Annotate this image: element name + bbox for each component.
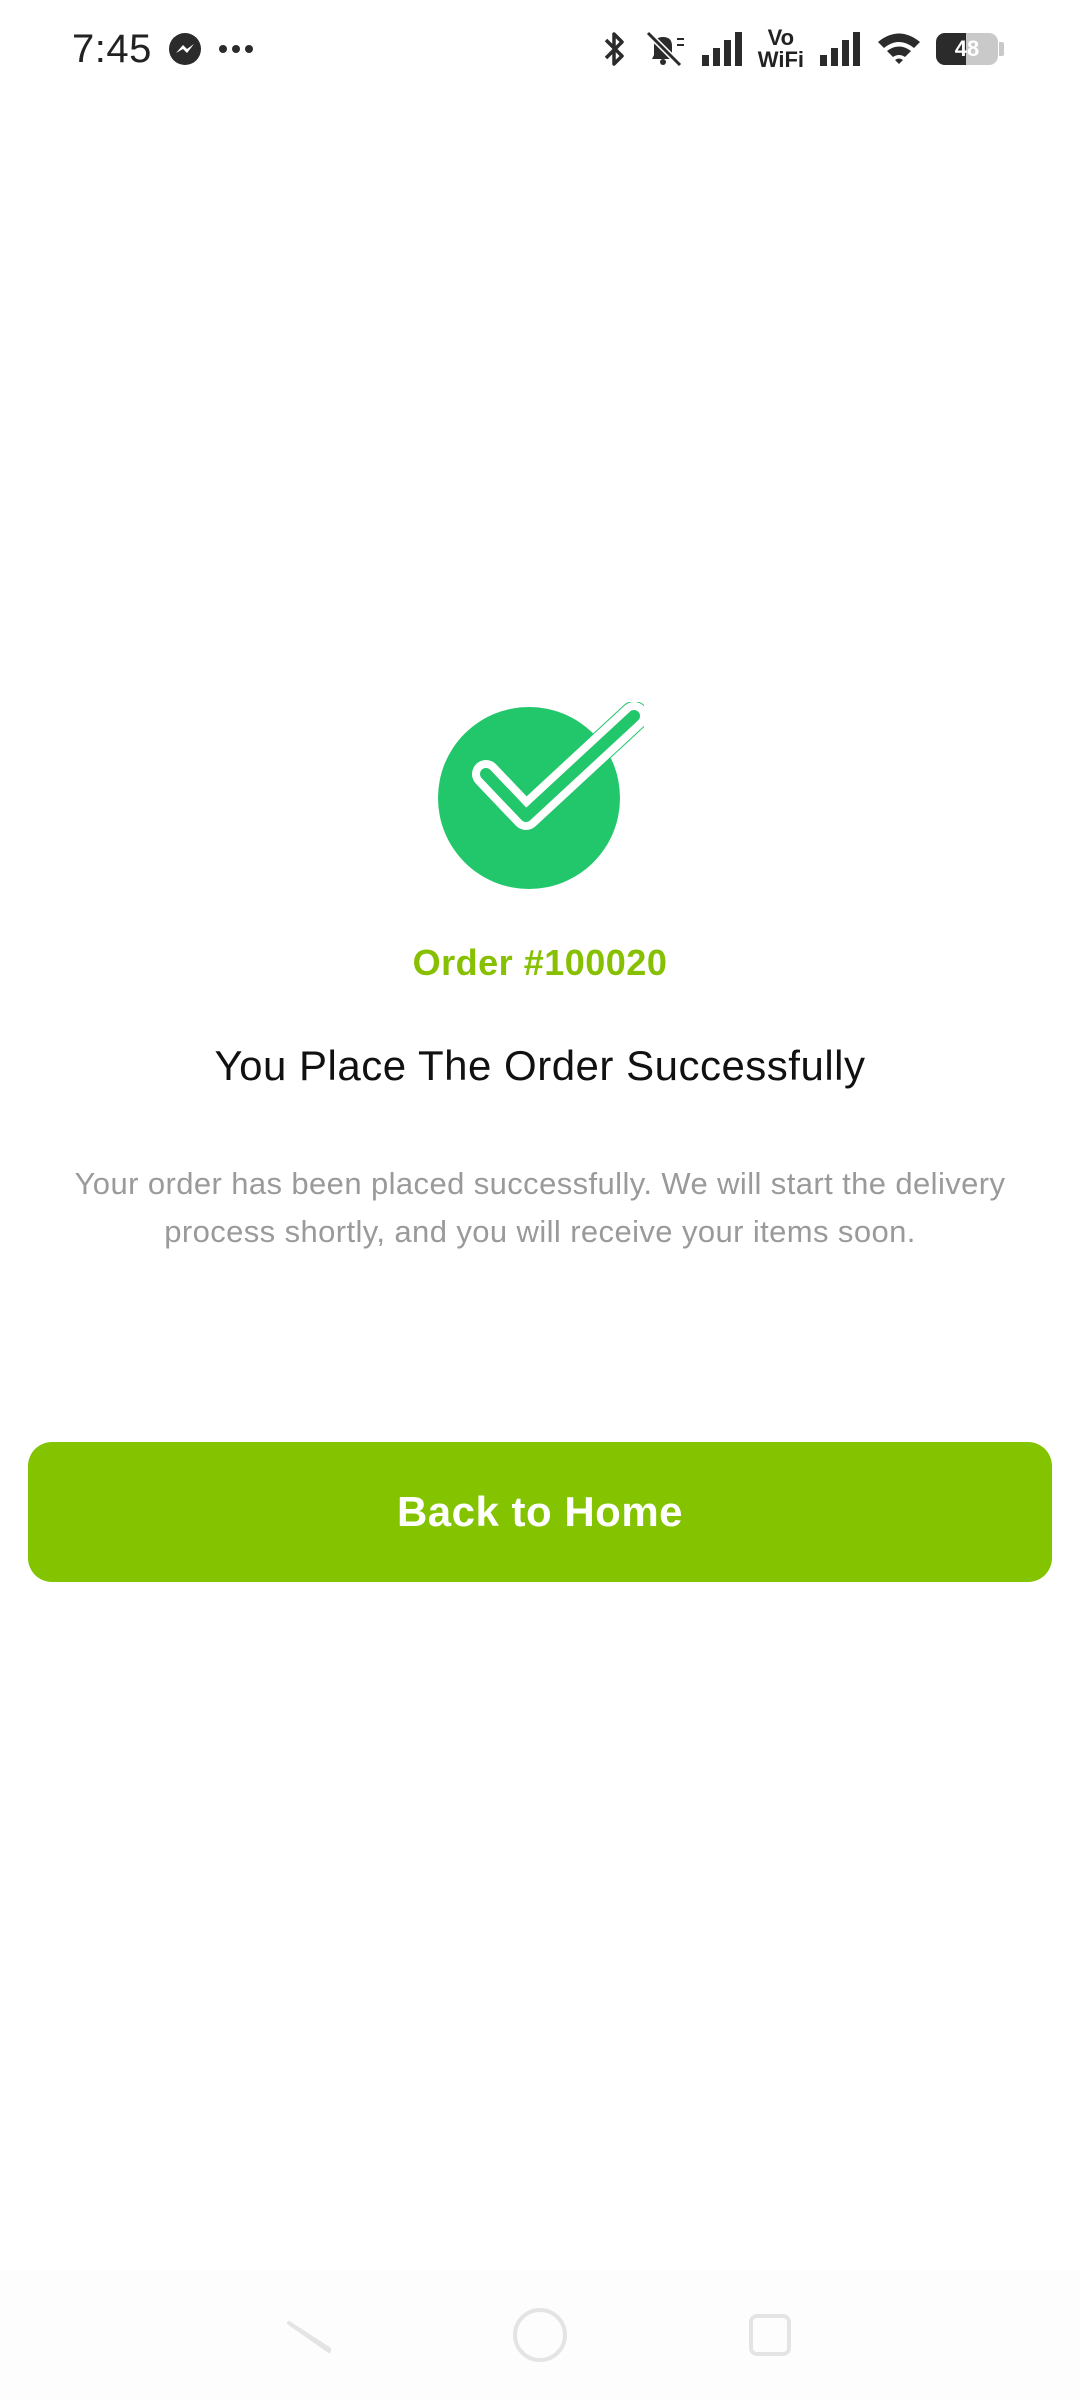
battery-tip — [999, 42, 1004, 56]
vowifi-top-label: Vo — [767, 25, 795, 50]
mute-icon — [642, 29, 686, 69]
vowifi-icon: Vo WiFi — [758, 27, 804, 71]
back-to-home-button[interactable]: Back to Home — [28, 1442, 1052, 1582]
page-title: You Place The Order Successfully — [214, 1042, 866, 1089]
check-circle-icon — [438, 701, 649, 900]
order-success-screen: 7:45 Vo WiFi 48 Order #100020 You Place … — [0, 0, 1080, 2400]
battery-icon: 48 — [936, 33, 1004, 65]
signal-icon — [818, 31, 862, 67]
status-bar-left: 7:45 — [72, 27, 254, 72]
back-icon[interactable] — [275, 2300, 345, 2370]
more-dots-icon — [218, 44, 254, 54]
bluetooth-icon — [602, 29, 628, 69]
order-number: Order #100020 — [412, 942, 668, 983]
home-icon[interactable] — [505, 2300, 575, 2370]
system-nav-bar — [0, 2270, 1080, 2400]
battery-body: 48 — [936, 33, 998, 65]
wifi-icon — [876, 31, 922, 67]
status-bar: 7:45 Vo WiFi 48 — [0, 0, 1080, 98]
battery-level: 48 — [954, 36, 980, 61]
signal-icon — [700, 31, 744, 67]
recents-icon[interactable] — [735, 2300, 805, 2370]
success-message: Your order has been placed successfully.… — [74, 1166, 1006, 1249]
status-time: 7:45 — [72, 26, 152, 71]
status-bar-right: Vo WiFi 48 — [602, 27, 1004, 71]
messenger-icon — [168, 32, 202, 66]
vowifi-bottom-label: WiFi — [757, 47, 804, 72]
